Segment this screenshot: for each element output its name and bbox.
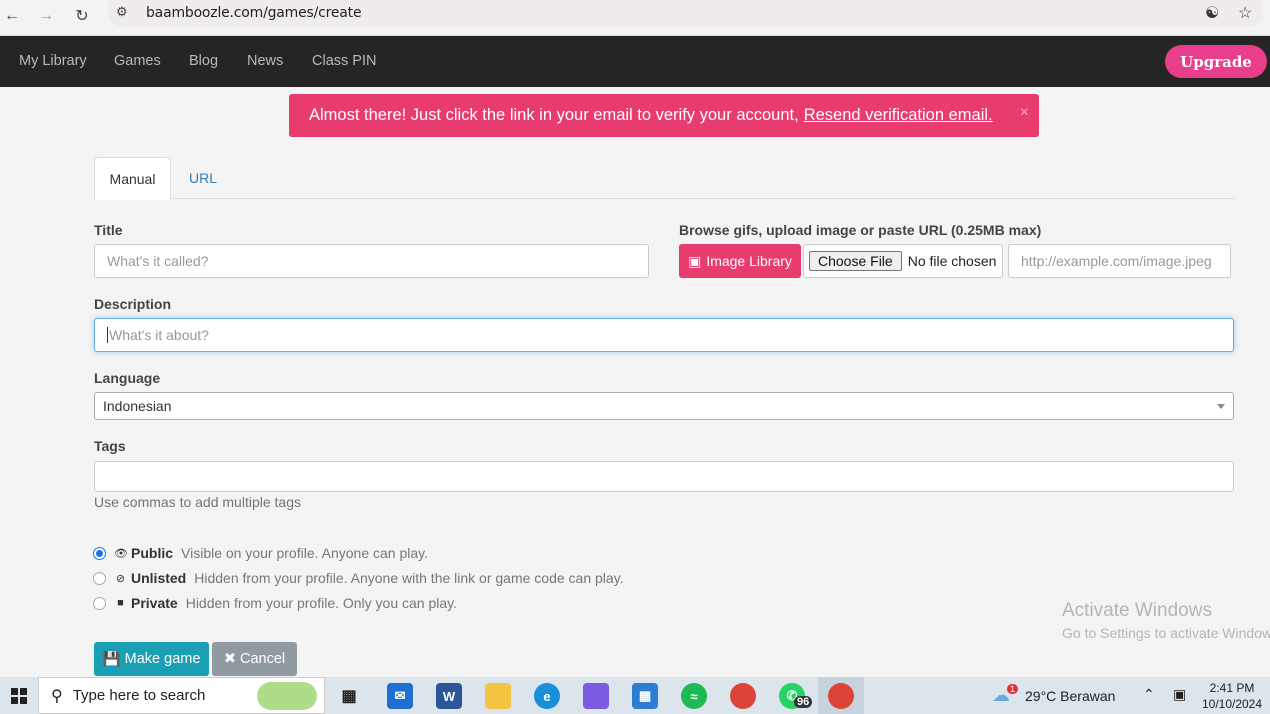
choose-file-button[interactable]: Choose File <box>809 251 902 271</box>
chrome-profile-icon[interactable] <box>730 683 756 709</box>
tab-url[interactable]: URL <box>177 157 229 199</box>
tags-input[interactable] <box>94 461 1234 492</box>
weather-text[interactable]: 29°C Berawan <box>1025 688 1115 704</box>
copilot-icon[interactable] <box>583 683 609 709</box>
save-icon: 💾 <box>102 651 121 668</box>
weather-badge: 1 <box>1007 684 1019 694</box>
public-desc: Visible on your profile. Anyone can play… <box>181 545 428 561</box>
store-icon[interactable]: ▦ <box>632 683 658 709</box>
image-library-button[interactable]: ▣ Image Library <box>679 244 801 278</box>
back-icon[interactable]: ← <box>0 4 24 28</box>
word-icon[interactable]: W <box>436 683 462 709</box>
visibility-option-public[interactable]: 👁 Public Visible on your profile. Anyone… <box>93 545 428 561</box>
close-icon[interactable]: × <box>1020 104 1029 122</box>
tags-help-text: Use commas to add multiple tags <box>94 494 301 510</box>
taskbar-search[interactable]: ⚲ Type here to search <box>38 677 325 714</box>
windows-start-icon[interactable] <box>0 677 38 714</box>
tags-label: Tags <box>94 438 126 454</box>
tray-chevron-up-icon[interactable]: ⌃ <box>1143 686 1155 703</box>
taskbar-clock[interactable]: 2:41 PM 10/10/2024 <box>1200 680 1264 712</box>
forward-icon[interactable]: → <box>34 4 58 28</box>
windows-taskbar: ⚲ Type here to search ▦ ✉ W e ▦ ≈ ✆ 96 ☁… <box>0 677 1270 714</box>
description-placeholder: What's it about? <box>109 327 209 343</box>
activate-windows-title: Activate Windows <box>1062 600 1212 621</box>
chrome-icon[interactable] <box>828 683 854 709</box>
language-label: Language <box>94 370 161 386</box>
taskbar-search-placeholder: Type here to search <box>72 687 206 704</box>
upgrade-button[interactable]: Upgrade <box>1165 45 1267 78</box>
image-label: Browse gifs, upload image or paste URL (… <box>679 222 1042 238</box>
nav-news[interactable]: News <box>247 53 283 69</box>
reload-icon[interactable]: ↻ <box>70 4 94 28</box>
description-label: Description <box>94 296 172 312</box>
public-radio[interactable] <box>93 546 106 560</box>
image-url-input[interactable]: http://example.com/image.jpeg <box>1008 244 1231 278</box>
cancel-button[interactable]: ✖ Cancel <box>212 642 297 676</box>
nav-games[interactable]: Games <box>114 53 161 69</box>
public-title: Public <box>131 545 174 561</box>
awareness-ribbon-icon <box>257 682 317 710</box>
unlisted-title: Unlisted <box>131 570 187 586</box>
description-input[interactable]: What's it about? <box>94 318 1234 352</box>
language-value: Indonesian <box>103 398 172 414</box>
unlisted-desc: Hidden from your profile. Anyone with th… <box>194 570 624 586</box>
site-navbar: My Library Games Blog News Class PIN <box>0 36 1270 87</box>
creation-tabs: Manual URL <box>94 157 1234 200</box>
visibility-option-unlisted[interactable]: ⊘ Unlisted Hidden from your profile. Any… <box>93 570 624 586</box>
eye-slash-icon: ⊘ <box>115 572 126 585</box>
resend-verification-link[interactable]: Resend verification email. <box>804 106 993 125</box>
private-title: Private <box>131 595 178 611</box>
translate-icon[interactable]: ☯ <box>1205 3 1219 23</box>
title-input[interactable]: What's it called? <box>94 244 649 278</box>
site-info-icon[interactable]: ⚙ <box>116 4 128 20</box>
tab-manual[interactable]: Manual <box>94 157 171 200</box>
title-label: Title <box>94 222 123 238</box>
private-desc: Hidden from your profile. Only you can p… <box>185 595 458 611</box>
search-icon: ⚲ <box>51 687 63 705</box>
clock-date: 10/10/2024 <box>1201 697 1263 711</box>
nav-my-library[interactable]: My Library <box>19 53 87 69</box>
make-game-button[interactable]: 💾 Make game <box>94 642 209 676</box>
visibility-option-private[interactable]: ■ Private Hidden from your profile. Only… <box>93 595 457 611</box>
bookmark-star-icon[interactable]: ☆ <box>1238 3 1252 23</box>
chevron-down-icon <box>1217 404 1225 409</box>
task-view-icon[interactable]: ▦ <box>336 683 362 709</box>
nav-blog[interactable]: Blog <box>189 53 218 69</box>
image-library-label: Image Library <box>706 253 792 269</box>
no-file-text: No file chosen <box>907 253 997 269</box>
browser-toolbar: ← → ↻ ⚙ baamboozle.com/games/create ☯ ☆ <box>0 0 1270 36</box>
language-select[interactable]: Indonesian <box>94 392 1234 420</box>
file-upload-field[interactable]: Choose File No file chosen <box>803 244 1003 278</box>
verification-alert: Almost there! Just click the link in you… <box>289 94 1039 137</box>
text-caret <box>107 327 108 343</box>
file-explorer-icon[interactable] <box>485 683 511 709</box>
alert-message: Almost there! Just click the link in you… <box>309 106 799 124</box>
private-radio[interactable] <box>93 596 106 610</box>
eye-icon: 👁 <box>114 547 128 560</box>
make-game-label: Make game <box>124 651 201 667</box>
unlisted-radio[interactable] <box>93 571 106 585</box>
close-x-icon: ✖ <box>223 651 236 667</box>
network-icon[interactable]: ▣ <box>1173 686 1186 703</box>
nav-class-pin[interactable]: Class PIN <box>312 53 376 69</box>
url-text[interactable]: baamboozle.com/games/create <box>146 5 362 21</box>
mail-icon[interactable]: ✉ <box>387 683 413 709</box>
spotify-icon[interactable]: ≈ <box>681 683 707 709</box>
image-icon: ▣ <box>688 252 702 269</box>
lock-icon: ■ <box>117 597 124 609</box>
cancel-label: Cancel <box>240 651 286 667</box>
activate-windows-subtitle: Go to Settings to activate Windows. <box>1062 625 1270 641</box>
whatsapp-badge: 96 <box>794 696 813 708</box>
clock-time: 2:41 PM <box>1209 681 1255 695</box>
edge-icon[interactable]: e <box>534 683 560 709</box>
